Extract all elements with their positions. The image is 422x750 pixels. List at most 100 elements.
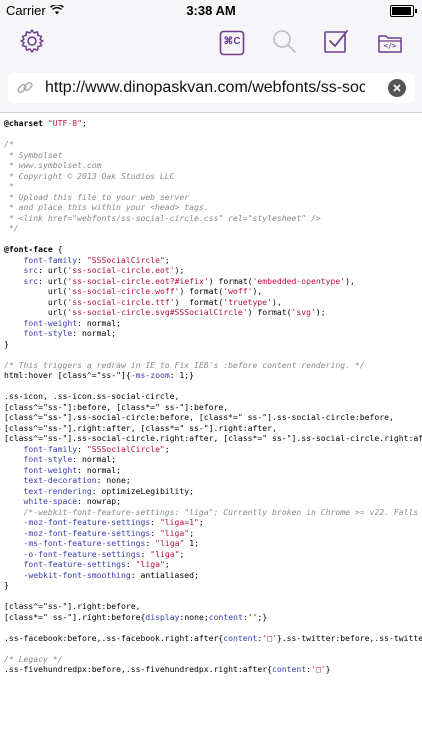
code-token: [class^="ss-"].ss-social-circle:before, … bbox=[4, 412, 394, 422]
code-line: * Symbolset bbox=[4, 150, 422, 161]
url-field[interactable]: http://www.dinopaskvan.com/webfonts/ss-s… bbox=[8, 73, 414, 103]
code-token: [class^="ss-"].ss-social-circle.right:af… bbox=[4, 433, 422, 443]
status-time: 3:38 AM bbox=[186, 3, 236, 18]
code-token: -o-font-feature-settings bbox=[4, 548, 141, 559]
code-token: text-decoration bbox=[4, 475, 97, 485]
clear-url-button[interactable] bbox=[388, 79, 406, 97]
code-token: * bbox=[4, 181, 14, 191]
code-token: content bbox=[208, 611, 243, 622]
code-token: font-feature-settings bbox=[4, 559, 126, 569]
code-token: content bbox=[223, 632, 258, 643]
code-token: * Symbolset bbox=[4, 149, 63, 160]
code-line: text-rendering: optimizeLegibility; bbox=[4, 486, 422, 497]
code-line: /* This triggers a redraw in IE to Fix I… bbox=[4, 360, 422, 371]
code-line: white-space: nowrap; bbox=[4, 496, 422, 507]
code-token: } bbox=[4, 580, 9, 590]
code-line: .ss-icon, .ss-icon.ss-social-circle, bbox=[4, 391, 422, 402]
code-line: @charset "UTF-8"; bbox=[4, 118, 422, 129]
code-token: "SSSocialCircle" bbox=[86, 254, 165, 265]
close-icon bbox=[393, 79, 401, 97]
code-token: : url( bbox=[38, 265, 68, 275]
gear-icon bbox=[19, 28, 45, 59]
code-token: : normal; bbox=[72, 454, 117, 464]
settings-button[interactable] bbox=[18, 28, 46, 59]
code-token: font-family bbox=[4, 254, 78, 265]
code-token: ; bbox=[189, 527, 195, 538]
code-folder-icon: </> bbox=[377, 30, 403, 56]
code-token: 1; bbox=[184, 538, 199, 548]
code-token: html:hover [class^="ss-"]{ bbox=[4, 370, 131, 380]
code-line: font-family: "SSSocialCircle"; bbox=[4, 444, 422, 455]
code-token: 'ss-social-circle.eot?#iefix' bbox=[67, 275, 209, 286]
code-line: * Upload this file to your web server bbox=[4, 192, 422, 203]
code-token: "liga" bbox=[150, 548, 180, 559]
code-token: ; bbox=[81, 118, 87, 128]
code-line: -o-font-feature-settings: "liga"; bbox=[4, 549, 422, 560]
search-button[interactable] bbox=[270, 29, 298, 57]
battery-level bbox=[392, 7, 411, 15]
code-token: ; bbox=[198, 517, 204, 527]
toolbar: ⌘C </> bbox=[0, 22, 422, 64]
code-token: 'truetype' bbox=[223, 296, 273, 307]
code-token: /* bbox=[4, 139, 14, 149]
code-line: url('ss-social-circle.woff') format('wof… bbox=[4, 286, 422, 297]
code-token: display bbox=[145, 611, 180, 622]
code-line: .ss-fivehundredpx:before,.ss-fivehundred… bbox=[4, 664, 422, 675]
code-token: -ms-font-feature-settings bbox=[4, 538, 146, 548]
code-token: ), bbox=[252, 286, 263, 296]
code-line: */ bbox=[4, 223, 422, 234]
code-token: */ bbox=[4, 223, 19, 233]
code-line: * www.symbolset.com bbox=[4, 160, 422, 171]
code-line: [class^="ss-"].ss-social-circle:before, … bbox=[4, 412, 422, 423]
magnifier-icon bbox=[271, 28, 297, 59]
code-line: * and place this within your <head> tags… bbox=[4, 202, 422, 213]
source-code-view[interactable]: @charset "UTF-8"; /* * Symbolset * www.sy… bbox=[4, 118, 422, 750]
code-line: html:hover [class^="ss-"]{-ms-zoom: 1;} bbox=[4, 370, 422, 381]
code-token: [class*=" ss-"].right:before{ bbox=[4, 611, 146, 622]
code-line: } bbox=[4, 339, 422, 350]
url-text[interactable]: http://www.dinopaskvan.com/webfonts/ss-s… bbox=[45, 79, 365, 97]
code-token: ) format( bbox=[174, 296, 224, 307]
code-token: * <link href="webfonts/ss-social-circle.… bbox=[4, 212, 321, 223]
code-token: 'embedded-opentype' bbox=[252, 275, 346, 286]
code-token: src bbox=[4, 265, 39, 275]
code-token: .ss-icon, .ss-icon.ss-social-circle, bbox=[4, 391, 180, 401]
code-token: @font-face bbox=[4, 244, 53, 254]
code-line: /* bbox=[4, 139, 422, 150]
checkmark-square-icon bbox=[323, 28, 349, 59]
code-token: } bbox=[4, 338, 9, 349]
battery-icon bbox=[390, 5, 417, 17]
code-token: * www.symbolset.com bbox=[4, 160, 102, 170]
code-token: "SSSocialCircle" bbox=[86, 443, 165, 454]
code-token: -moz-font-feature-settings bbox=[4, 517, 151, 527]
code-token: .ss-facebook:before,.ss-facebook.right:a… bbox=[4, 632, 224, 643]
code-token: "liga" bbox=[155, 538, 185, 548]
code-line: url('ss-social-circle.svg#SSSocialCircle… bbox=[4, 307, 422, 318]
code-token: ; bbox=[164, 559, 170, 569]
code-token: : nowrap; bbox=[77, 496, 121, 506]
link-icon bbox=[15, 78, 35, 98]
code-token: font-style bbox=[4, 454, 73, 464]
code-token: 'ss-social-circle.woff' bbox=[67, 286, 180, 296]
code-line: font-family: "SSSocialCircle"; bbox=[4, 255, 422, 266]
code-token: : normal; bbox=[77, 464, 121, 475]
code-token: 'svg' bbox=[291, 307, 316, 317]
code-line: .ss-facebook:before,.ss-facebook.right:a… bbox=[4, 633, 422, 644]
code-token: font-weight bbox=[4, 317, 78, 328]
code-token: url( bbox=[4, 296, 68, 307]
code-token: url( bbox=[4, 307, 68, 317]
code-token: ; bbox=[179, 548, 185, 559]
code-token: url( bbox=[4, 286, 68, 296]
code-token: 'ss-social-circle.eot' bbox=[67, 265, 175, 275]
code-token: 'ss-social-circle.svg#SSSocialCircle' bbox=[67, 307, 248, 317]
code-line: -ms-font-feature-settings: "liga" 1; bbox=[4, 538, 422, 549]
cmd-button[interactable]: ⌘C bbox=[218, 29, 246, 57]
code-line: -moz-font-feature-settings: "liga"; bbox=[4, 528, 422, 539]
cmd-label: ⌘C bbox=[223, 36, 241, 47]
code-token: font-weight bbox=[4, 464, 78, 475]
code-token: : normal; bbox=[77, 317, 121, 328]
source-folder-button[interactable]: </> bbox=[376, 29, 404, 57]
checkbox-button[interactable] bbox=[322, 29, 350, 57]
